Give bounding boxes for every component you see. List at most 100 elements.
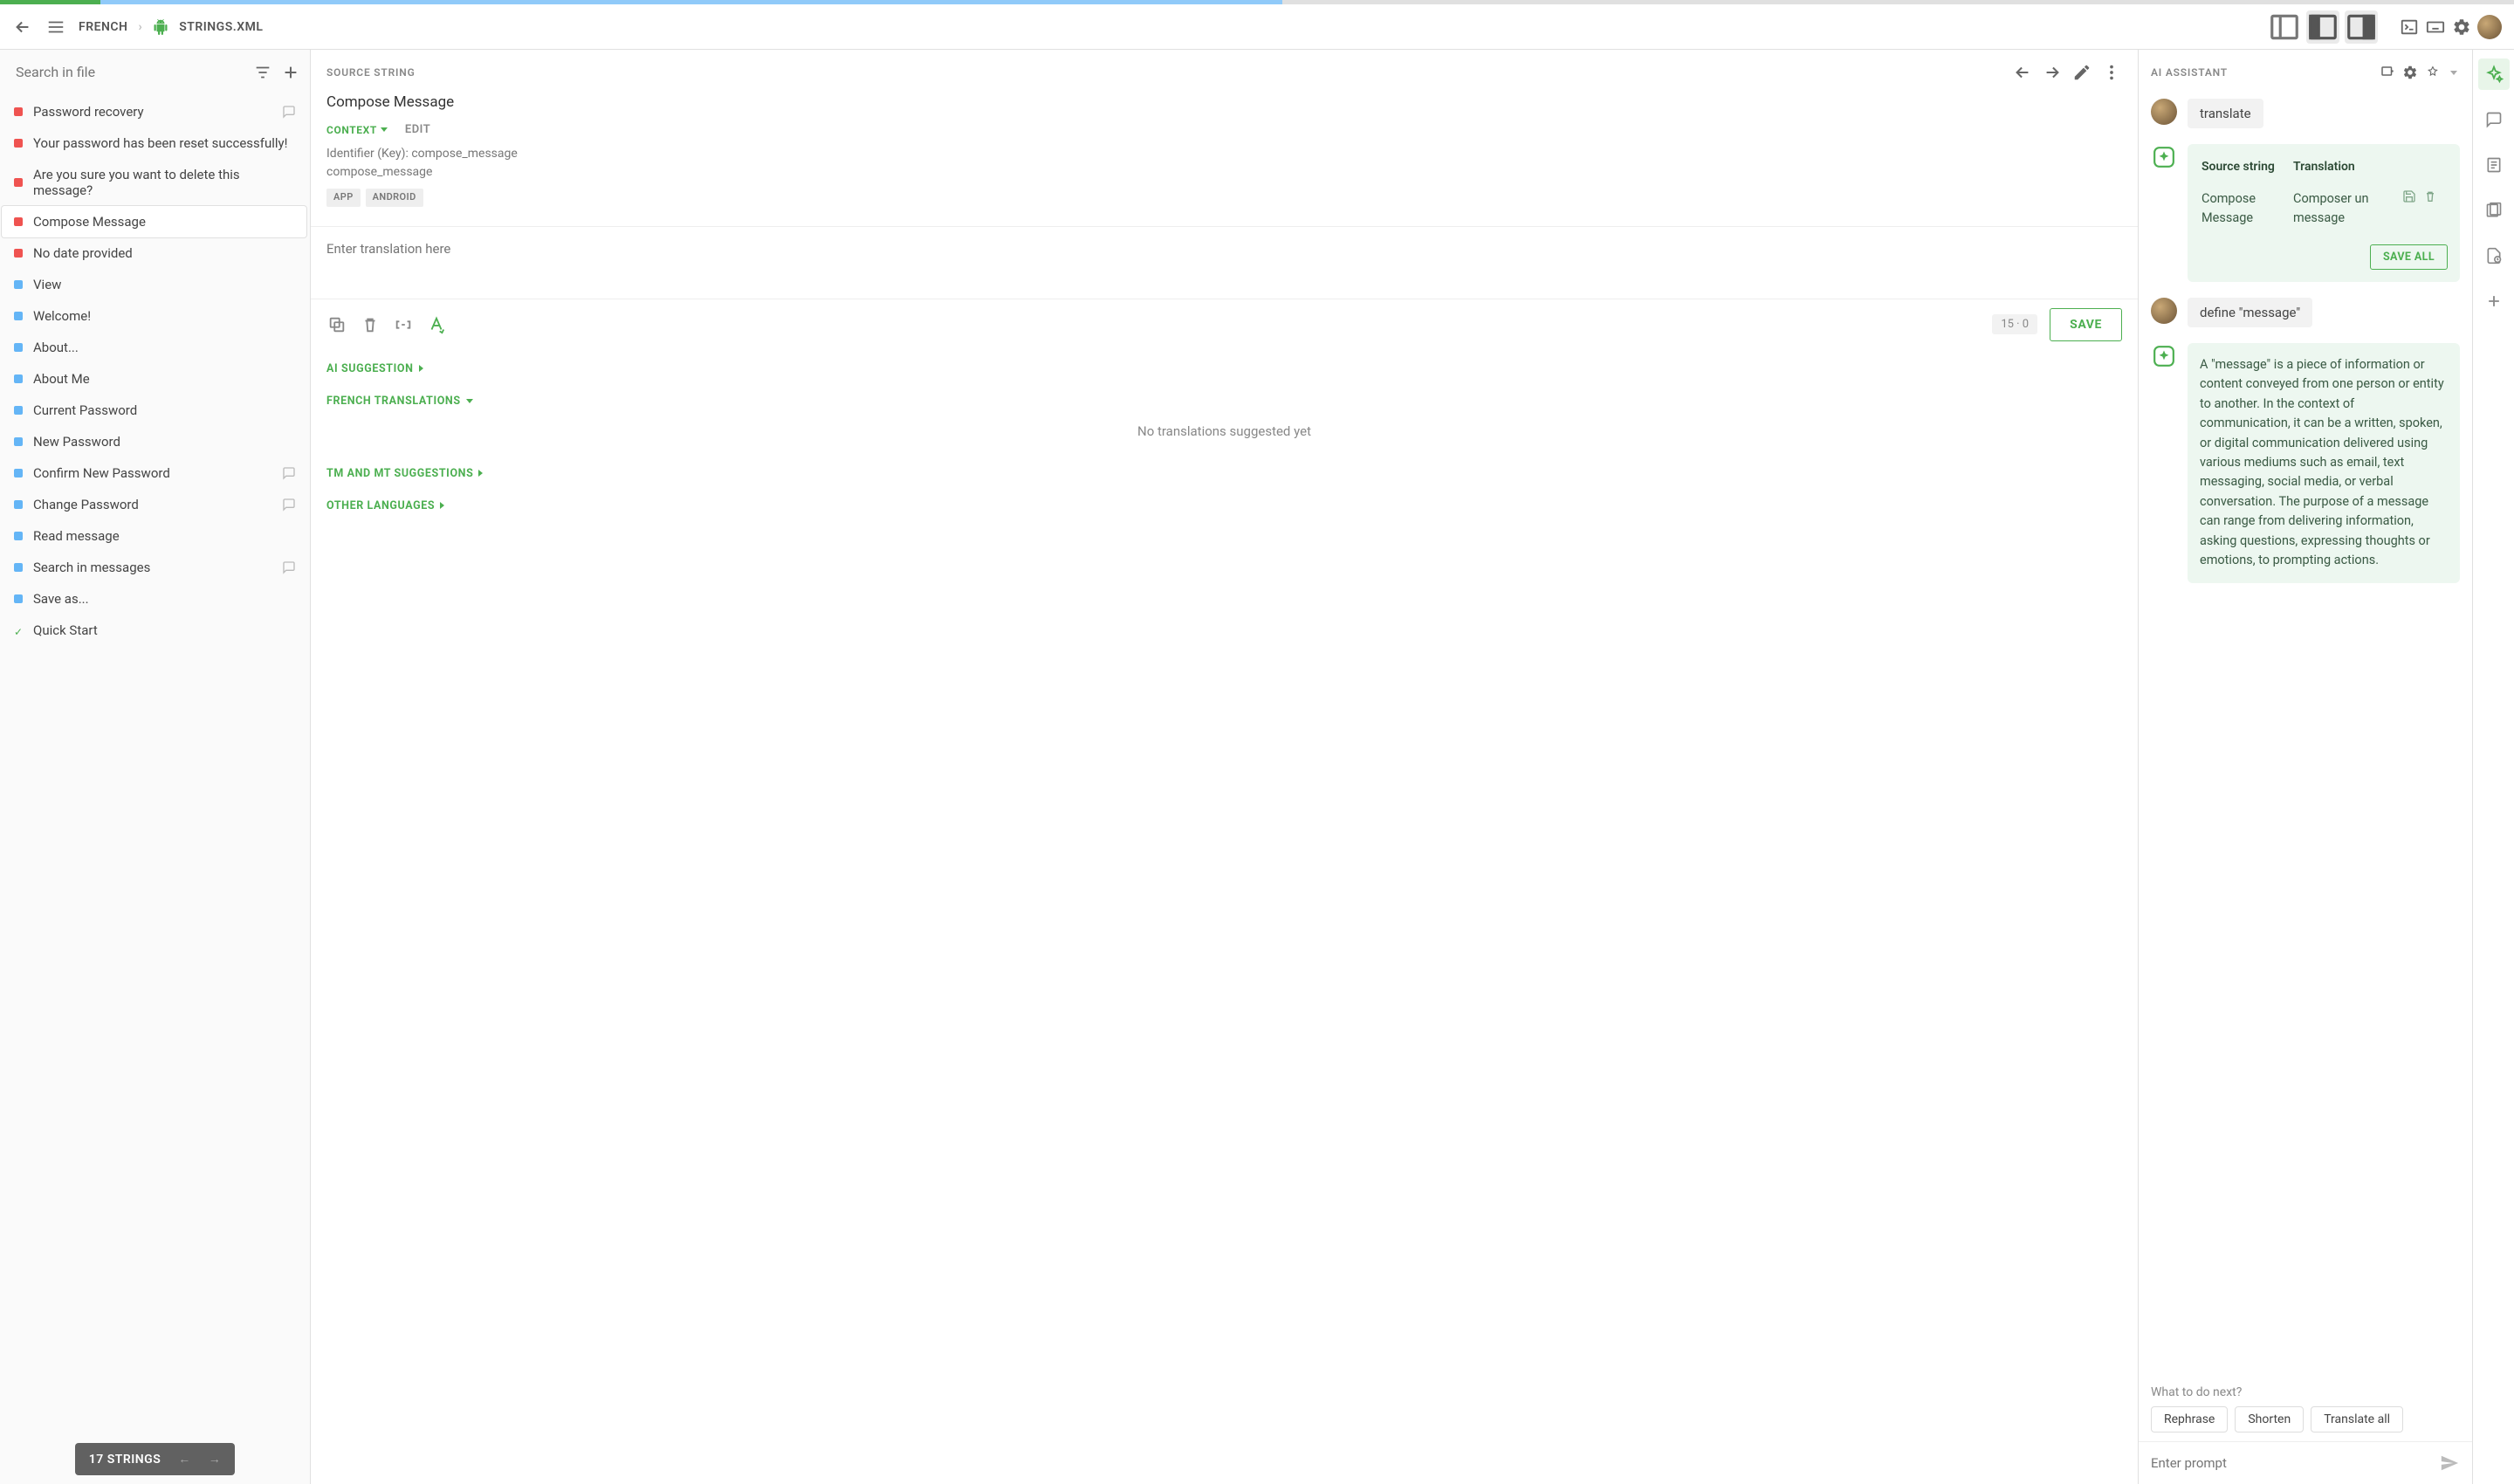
status-dot: [14, 594, 23, 603]
layout-three-icon[interactable]: [2345, 10, 2378, 44]
comment-icon: [282, 466, 296, 480]
ai-suggestion-toggle[interactable]: AI SUGGESTION: [326, 362, 2122, 375]
gear-icon[interactable]: [2451, 17, 2472, 38]
text-format-icon[interactable]: [426, 314, 447, 335]
string-row[interactable]: Read message: [2, 520, 306, 552]
prev-page-icon[interactable]: ←: [178, 1452, 191, 1467]
rail-context-icon[interactable]: [2478, 149, 2510, 181]
breadcrumb-file[interactable]: STRINGS.XML: [179, 20, 263, 34]
col-translation: Translation: [2293, 158, 2397, 184]
string-row[interactable]: Welcome!: [2, 300, 306, 332]
ai-assistant-label: AI ASSISTANT: [2151, 66, 2373, 79]
ai-card: A "message" is a piece of information or…: [2188, 343, 2460, 583]
string-row[interactable]: About Me: [2, 363, 306, 395]
status-dot: [14, 107, 23, 116]
menu-icon[interactable]: [45, 17, 66, 38]
string-row[interactable]: Password recovery: [2, 96, 306, 127]
string-row[interactable]: New Password: [2, 426, 306, 457]
string-row[interactable]: View: [2, 269, 306, 300]
ai-icon: [2151, 343, 2177, 369]
status-dot: [14, 469, 23, 477]
string-row[interactable]: Search in messages: [2, 552, 306, 583]
string-label: About...: [33, 340, 296, 355]
search-input[interactable]: [16, 53, 245, 91]
translation-input[interactable]: [311, 227, 2138, 295]
french-translations-toggle[interactable]: FRENCH TRANSLATIONS: [326, 395, 2122, 408]
suggestion-chip[interactable]: Rephrase: [2151, 1406, 2228, 1432]
more-icon[interactable]: [2101, 62, 2122, 83]
pin-icon[interactable]: [2425, 62, 2441, 83]
prev-string-icon[interactable]: [2012, 62, 2033, 83]
topbar: FRENCH › STRINGS.XML: [0, 4, 2514, 50]
plus-icon[interactable]: [280, 62, 301, 83]
string-label: Compose Message: [33, 214, 296, 230]
prompt-input[interactable]: [2151, 1455, 2430, 1471]
next-page-icon[interactable]: →: [209, 1452, 222, 1467]
string-label: View: [33, 277, 296, 292]
suggest-label: What to do next?: [2151, 1385, 2460, 1399]
string-row[interactable]: Are you sure you want to delete this mes…: [2, 159, 306, 206]
status-dot: [14, 406, 23, 415]
save-button[interactable]: SAVE: [2050, 308, 2122, 341]
rail-file-icon[interactable]: [2478, 240, 2510, 271]
rail-comments-icon[interactable]: [2478, 104, 2510, 135]
edit-icon[interactable]: [2071, 62, 2092, 83]
string-row[interactable]: Current Password: [2, 395, 306, 426]
avatar: [2151, 99, 2177, 125]
chevron-down-icon[interactable]: [2448, 62, 2460, 83]
back-icon[interactable]: [12, 17, 33, 38]
rail-add-icon[interactable]: [2478, 285, 2510, 317]
string-label: Password recovery: [33, 104, 271, 120]
avatar[interactable]: [2477, 15, 2502, 39]
progress-approved: [0, 0, 100, 4]
layout-two-icon[interactable]: [2306, 10, 2339, 44]
cell-translation: Composer un message: [2293, 186, 2397, 232]
string-row[interactable]: No date provided: [2, 237, 306, 269]
ai-settings-icon[interactable]: [2402, 62, 2418, 83]
string-row[interactable]: About...: [2, 332, 306, 363]
string-label: New Password: [33, 434, 296, 450]
keyboard-icon[interactable]: [2425, 17, 2446, 38]
string-label: Change Password: [33, 497, 271, 512]
string-row[interactable]: Change Password: [2, 489, 306, 520]
string-label: No date provided: [33, 245, 296, 261]
send-icon[interactable]: [2439, 1453, 2460, 1474]
string-row[interactable]: Confirm New Password: [2, 457, 306, 489]
context-edit[interactable]: EDIT: [405, 123, 430, 136]
strings-count-pill: 17 STRINGS ← →: [75, 1443, 236, 1475]
status-dot: [14, 178, 23, 187]
status-dot: [14, 249, 23, 258]
string-row[interactable]: ✓Quick Start: [2, 615, 306, 646]
next-string-icon[interactable]: [2042, 62, 2063, 83]
other-languages-toggle[interactable]: OTHER LANGUAGES: [326, 499, 2122, 512]
string-row[interactable]: Compose Message: [2, 206, 306, 237]
insert-tag-icon[interactable]: [393, 314, 414, 335]
layout-single-icon[interactable]: [2268, 10, 2301, 44]
string-row[interactable]: Save as...: [2, 583, 306, 615]
chevron-right-icon: ›: [138, 20, 142, 34]
new-chat-icon[interactable]: [2380, 62, 2395, 83]
char-counter: 15 · 0: [1992, 314, 2037, 334]
terminal-icon[interactable]: [2399, 17, 2420, 38]
col-source: Source string: [2201, 158, 2291, 184]
save-row-icon[interactable]: [2399, 192, 2420, 207]
copy-source-icon[interactable]: [326, 314, 347, 335]
strings-count: 17 STRINGS: [89, 1453, 161, 1467]
delete-row-icon[interactable]: [2420, 192, 2441, 207]
save-all-button[interactable]: SAVE ALL: [2370, 244, 2448, 270]
filter-icon[interactable]: [252, 62, 273, 83]
context-toggle[interactable]: CONTEXT: [326, 124, 388, 136]
tm-suggestions-toggle[interactable]: TM AND MT SUGGESTIONS: [326, 467, 2122, 480]
suggestion-chip[interactable]: Translate all: [2311, 1406, 2403, 1432]
status-dot: [14, 312, 23, 320]
string-label: Welcome!: [33, 308, 296, 324]
rail-tm-icon[interactable]: [2478, 195, 2510, 226]
string-row[interactable]: Your password has been reset successfull…: [2, 127, 306, 159]
breadcrumb-language[interactable]: FRENCH: [79, 20, 127, 34]
status-dot: [14, 343, 23, 352]
rail-ai-icon[interactable]: [2478, 58, 2510, 90]
clear-icon[interactable]: [360, 314, 381, 335]
suggestion-chip[interactable]: Shorten: [2235, 1406, 2304, 1432]
left-panel: Password recovery Your password has been …: [0, 50, 311, 1484]
status-dot: ✓: [14, 626, 23, 635]
